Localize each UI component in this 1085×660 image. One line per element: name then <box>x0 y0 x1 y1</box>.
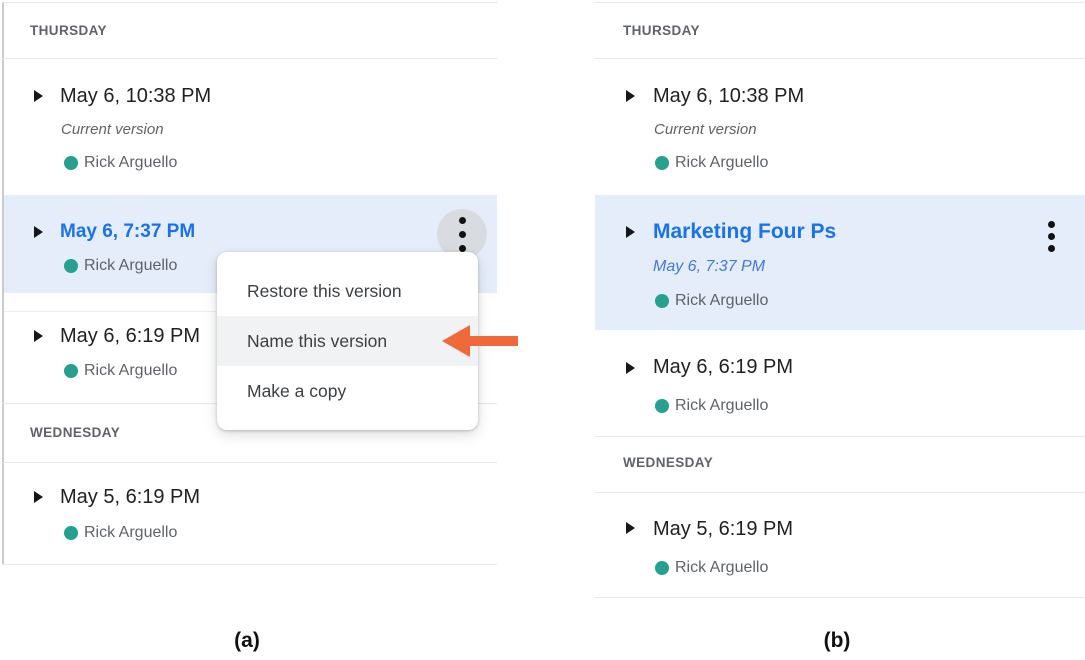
selected-version-title[interactable]: May 6, 7:37 PM <box>60 220 195 243</box>
pointer-arrow-icon <box>442 324 520 358</box>
version-context-menu: Restore this version Name this version M… <box>217 252 478 430</box>
author-row: Rick Arguello <box>655 396 768 415</box>
author-name: Rick Arguello <box>675 558 768 577</box>
author-row: Rick Arguello <box>64 523 177 542</box>
author-row: Rick Arguello <box>64 153 177 172</box>
author-name: Rick Arguello <box>84 361 177 380</box>
presence-dot-icon <box>64 259 78 273</box>
expand-triangle-icon[interactable] <box>626 226 635 238</box>
divider <box>595 58 1085 59</box>
divider <box>4 311 216 312</box>
author-name: Rick Arguello <box>675 396 768 415</box>
divider <box>595 597 1085 598</box>
divider <box>595 492 1085 493</box>
presence-dot-icon <box>64 364 78 378</box>
author-row: Rick Arguello <box>655 153 768 172</box>
day-header-wednesday: WEDNESDAY <box>30 423 120 443</box>
more-options-button[interactable] <box>1029 214 1073 258</box>
divider <box>2 462 497 463</box>
version-history-comparison: THURSDAY May 6, 10:38 PM Current version… <box>0 0 1085 660</box>
presence-dot-icon <box>655 399 669 413</box>
presence-dot-icon <box>64 156 78 170</box>
presence-dot-icon <box>655 294 669 308</box>
version-row-title[interactable]: May 6, 6:19 PM <box>653 355 793 379</box>
figure-caption-b: (b) <box>792 629 882 653</box>
expand-triangle-icon[interactable] <box>626 522 635 534</box>
author-row: Rick Arguello <box>64 256 177 275</box>
version-row-title[interactable]: May 6, 10:38 PM <box>653 84 804 108</box>
author-name: Rick Arguello <box>675 291 768 310</box>
author-name: Rick Arguello <box>84 153 177 172</box>
expand-triangle-icon[interactable] <box>34 226 43 238</box>
expand-triangle-icon[interactable] <box>626 90 635 102</box>
expand-triangle-icon[interactable] <box>34 90 43 102</box>
menu-item-restore-this-version[interactable]: Restore this version <box>217 266 478 316</box>
expand-triangle-icon[interactable] <box>34 491 43 503</box>
version-history-panel-b: THURSDAY May 6, 10:38 PM Current version… <box>595 2 1085 659</box>
divider <box>2 58 497 59</box>
presence-dot-icon <box>64 526 78 540</box>
author-name: Rick Arguello <box>675 153 768 172</box>
author-row: Rick Arguello <box>64 361 177 380</box>
version-row-title[interactable]: May 6, 6:19 PM <box>60 324 200 348</box>
current-version-label: Current version <box>61 121 164 139</box>
panel-top-border <box>2 2 497 3</box>
panel-top-border <box>595 2 1085 3</box>
selected-version-date: May 6, 7:37 PM <box>653 257 765 277</box>
day-header-wednesday: WEDNESDAY <box>623 453 713 473</box>
figure-caption-a: (a) <box>202 629 292 653</box>
kebab-menu-icon <box>459 217 466 252</box>
presence-dot-icon <box>655 156 669 170</box>
author-row: Rick Arguello <box>655 558 768 577</box>
version-row-title[interactable]: May 5, 6:19 PM <box>60 485 200 509</box>
selected-version-name[interactable]: Marketing Four Ps <box>653 219 836 245</box>
expand-triangle-icon[interactable] <box>626 362 635 374</box>
version-row-title[interactable]: May 5, 6:19 PM <box>653 517 793 541</box>
menu-item-name-this-version[interactable]: Name this version <box>217 316 478 366</box>
day-header-thursday: THURSDAY <box>623 21 700 41</box>
divider <box>595 436 1085 437</box>
author-name: Rick Arguello <box>84 523 177 542</box>
current-version-label: Current version <box>654 121 757 139</box>
menu-item-make-a-copy[interactable]: Make a copy <box>217 366 478 416</box>
expand-triangle-icon[interactable] <box>34 330 43 342</box>
divider <box>2 564 497 565</box>
day-header-thursday: THURSDAY <box>30 21 107 41</box>
author-name: Rick Arguello <box>84 256 177 275</box>
version-row-title[interactable]: May 6, 10:38 PM <box>60 84 211 108</box>
author-row: Rick Arguello <box>655 291 768 310</box>
presence-dot-icon <box>655 561 669 575</box>
kebab-menu-icon <box>1048 221 1055 252</box>
